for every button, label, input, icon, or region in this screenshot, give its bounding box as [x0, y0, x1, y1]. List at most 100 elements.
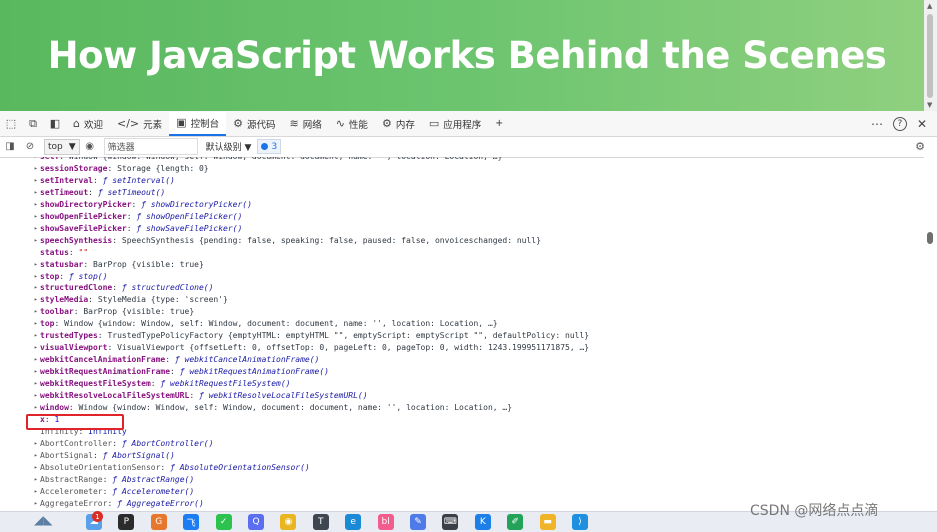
expand-triangle-icon[interactable]: ▸: [34, 235, 38, 247]
scroll-down-icon[interactable]: ▼: [927, 101, 932, 109]
kugou-icon[interactable]: K: [474, 514, 491, 530]
console-row[interactable]: ▸ window: Window {window: Window, self: W…: [0, 402, 920, 414]
feishu-icon[interactable]: 飞: [183, 514, 200, 530]
console-row[interactable]: ▸ showSaveFilePicker: ƒ showSaveFilePicke…: [0, 223, 920, 235]
console-scrollbar[interactable]: [924, 157, 937, 510]
console-row[interactable]: ▸ webkitRequestFileSystem: ƒ webkitReques…: [0, 378, 920, 390]
console-row[interactable]: ▸ visualViewport: VisualViewport {offsetL…: [0, 342, 920, 354]
expand-triangle-icon[interactable]: ▸: [34, 211, 38, 223]
bili-icon[interactable]: bl: [377, 514, 394, 530]
console-row[interactable]: Infinity: Infinity: [0, 426, 920, 438]
edge-icon[interactable]: e: [345, 514, 362, 530]
vscode-icon[interactable]: ⟩: [572, 514, 588, 530]
sidebar-toggle-icon[interactable]: ◨: [0, 141, 20, 152]
console-row[interactable]: ▸ setInterval: ƒ setInterval(): [0, 175, 920, 187]
context-select[interactable]: top ▼: [44, 138, 80, 155]
expand-triangle-icon[interactable]: ▸: [34, 318, 38, 330]
device-toggle-icon[interactable]: ⧉: [22, 114, 44, 134]
help-icon[interactable]: ?: [892, 116, 907, 131]
console-row[interactable]: ▸ setTimeout: ƒ setTimeout(): [0, 187, 920, 199]
expand-triangle-icon[interactable]: ▸: [34, 402, 38, 414]
scroll-up-icon[interactable]: ▲: [927, 2, 932, 10]
expand-triangle-icon[interactable]: ▸: [34, 175, 38, 187]
tab-0[interactable]: ⌂ 欢迎: [66, 112, 110, 136]
expand-triangle-icon[interactable]: ▸: [34, 498, 38, 510]
expand-triangle-icon[interactable]: ▸: [34, 223, 38, 235]
expand-triangle-icon[interactable]: ▸: [34, 282, 38, 294]
console-row[interactable]: ▸ sessionStorage: Storage {length: 0}: [0, 163, 920, 175]
qq-icon[interactable]: Q: [248, 514, 264, 530]
console-row[interactable]: ▸ AbortController: ƒ AbortController(): [0, 438, 920, 450]
expand-triangle-icon[interactable]: ▸: [34, 259, 38, 271]
expand-triangle-icon[interactable]: ▸: [34, 294, 38, 306]
chrome-icon[interactable]: ◉: [280, 514, 297, 530]
dock-icon[interactable]: ◧: [44, 114, 66, 134]
console-row[interactable]: x: 1: [0, 414, 920, 426]
tool-icon[interactable]: ✎: [410, 514, 426, 530]
expand-triangle-icon[interactable]: ▸: [34, 450, 38, 462]
expand-triangle-icon[interactable]: ▸: [34, 438, 38, 450]
console-row[interactable]: ▸ AbsoluteOrientationSensor: ƒ AbsoluteOr…: [0, 462, 920, 474]
console-row[interactable]: ▸ showOpenFilePicker: ƒ showOpenFilePicke…: [0, 211, 920, 223]
expand-triangle-icon[interactable]: ▸: [34, 390, 38, 402]
expand-triangle-icon[interactable]: ▸: [34, 199, 38, 211]
expand-triangle-icon[interactable]: ▸: [34, 474, 38, 486]
console-row[interactable]: ▸ AbstractRange: ƒ AbstractRange(): [0, 474, 920, 486]
expand-triangle-icon[interactable]: ▸: [34, 271, 38, 283]
tab-2[interactable]: ▣ 控制台: [169, 111, 227, 136]
console-row[interactable]: ▸ toolbar: BarProp {visible: true}: [0, 306, 920, 318]
console-row[interactable]: ▸ AbortSignal: ƒ AbortSignal(): [0, 450, 920, 462]
office-icon[interactable]: G: [150, 514, 167, 530]
console-row[interactable]: ▸ statusbar: BarProp {visible: true}: [0, 259, 920, 271]
console-output[interactable]: ▸self: Window {window: Window, self: Win…: [0, 157, 924, 510]
console-row[interactable]: ▸ webkitCancelAnimationFrame: ƒ webkitCan…: [0, 354, 920, 366]
pycharm-icon[interactable]: P: [118, 514, 135, 530]
expand-triangle-icon[interactable]: ▸: [34, 378, 38, 390]
expand-triangle-icon[interactable]: ▸: [34, 306, 38, 318]
add-tab-button[interactable]: +: [488, 112, 510, 136]
tab-7[interactable]: ▭ 应用程序: [422, 112, 488, 136]
typora-icon[interactable]: T: [312, 514, 329, 530]
filter-input[interactable]: 筛选器: [103, 138, 198, 155]
folder-icon[interactable]: ▬: [539, 514, 556, 530]
console-row[interactable]: ▸ stop: ƒ stop(): [0, 271, 920, 283]
console-row[interactable]: ▸ webkitRequestAnimationFrame: ƒ webkitRe…: [0, 366, 920, 378]
tab-1[interactable]: </> 元素: [110, 112, 169, 136]
close-icon[interactable]: ✕: [917, 117, 927, 131]
console-row[interactable]: ▸ speechSynthesis: SpeechSynthesis {pendi…: [0, 235, 920, 247]
console-row[interactable]: ▸ structuredClone: ƒ structuredClone(): [0, 282, 920, 294]
shark-icon[interactable]: ◢◣: [34, 513, 52, 527]
expand-triangle-icon[interactable]: ▸: [34, 462, 38, 474]
tab-3[interactable]: ⚙ 源代码: [226, 112, 282, 136]
console-row[interactable]: status: "": [0, 247, 920, 259]
issues-counter[interactable]: 3: [257, 139, 282, 154]
console-row[interactable]: ▸ showDirectoryPicker: ƒ showDirectoryPic…: [0, 199, 920, 211]
settings-gear-icon[interactable]: ⚙: [915, 140, 937, 153]
clear-console-icon[interactable]: ⊘: [20, 141, 40, 152]
console-row[interactable]: ▸ styleMedia: StyleMedia {type: 'screen'}: [0, 294, 920, 306]
scroll-thumb[interactable]: [927, 14, 933, 98]
tab-4[interactable]: ≋ 网络: [282, 112, 328, 136]
console-row[interactable]: ▸ Accelerometer: ƒ Accelerometer(): [0, 486, 920, 498]
console-row[interactable]: ▸ top: Window {window: Window, self: Wind…: [0, 318, 920, 330]
eye-icon[interactable]: ◉: [80, 141, 100, 152]
tab-6[interactable]: ⚙ 内存: [375, 112, 422, 136]
expand-triangle-icon[interactable]: ▸: [34, 330, 38, 342]
expand-triangle-icon[interactable]: ▸: [34, 354, 38, 366]
expand-triangle-icon[interactable]: ▸: [34, 163, 38, 175]
wechat-icon[interactable]: ✓: [215, 514, 232, 530]
page-scrollbar[interactable]: ▲ ▼: [924, 0, 937, 111]
more-icon[interactable]: ⋯: [871, 117, 883, 131]
expand-triangle-icon[interactable]: ▸: [34, 366, 38, 378]
expand-triangle-icon[interactable]: ▸: [34, 342, 38, 354]
terminal-icon[interactable]: ⌨: [442, 514, 459, 530]
console-row[interactable]: ▸ trustedTypes: TrustedTypePolicyFactory …: [0, 330, 920, 342]
inspect-icon[interactable]: ⬚: [0, 114, 22, 134]
expand-triangle-icon[interactable]: ▸: [34, 486, 38, 498]
expand-triangle-icon[interactable]: ▸: [34, 187, 38, 199]
notebook-icon[interactable]: ✐: [507, 514, 524, 530]
console-row[interactable]: ▸ webkitResolveLocalFileSystemURL: ƒ webk…: [0, 390, 920, 402]
console-scroll-thumb[interactable]: [927, 232, 933, 244]
levels-dropdown[interactable]: 默认级别 ▼: [206, 140, 252, 153]
tab-5[interactable]: ∿ 性能: [329, 112, 375, 136]
